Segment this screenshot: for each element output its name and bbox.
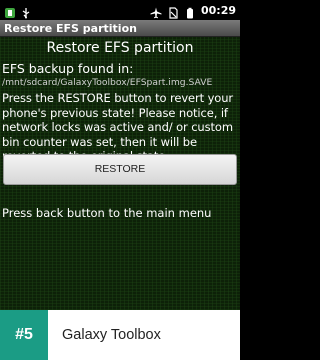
battery-icon — [184, 4, 196, 19]
no-sim-icon — [167, 4, 179, 19]
restore-button[interactable]: RESTORE — [3, 154, 237, 185]
restore-instructions: Press the RESTORE button to revert your … — [2, 91, 234, 163]
airplane-icon — [150, 4, 162, 19]
notification-icon — [4, 4, 16, 18]
status-right-icons: 00:29 — [150, 3, 236, 19]
status-bar: 00:29 — [0, 0, 240, 20]
rank-badge: #5 — [0, 310, 48, 360]
usb-icon — [20, 4, 32, 19]
back-instruction: Press back button to the main menu — [2, 206, 212, 220]
backup-path: /mnt/sdcard/GalaxyToolbox/EFSpart.img.SA… — [2, 77, 213, 88]
page-heading: Restore EFS partition — [46, 40, 194, 56]
app-title: Restore EFS partition — [4, 22, 137, 35]
status-time: 00:29 — [200, 3, 236, 17]
rank-number: #5 — [15, 326, 33, 343]
backup-found-label: EFS backup found in: — [2, 61, 134, 76]
status-left-icons — [4, 4, 32, 19]
app-listing-bar[interactable]: #5 Galaxy Toolbox — [0, 310, 240, 360]
app-title-bar: Restore EFS partition — [0, 20, 240, 37]
app-name[interactable]: Galaxy Toolbox — [62, 327, 161, 343]
